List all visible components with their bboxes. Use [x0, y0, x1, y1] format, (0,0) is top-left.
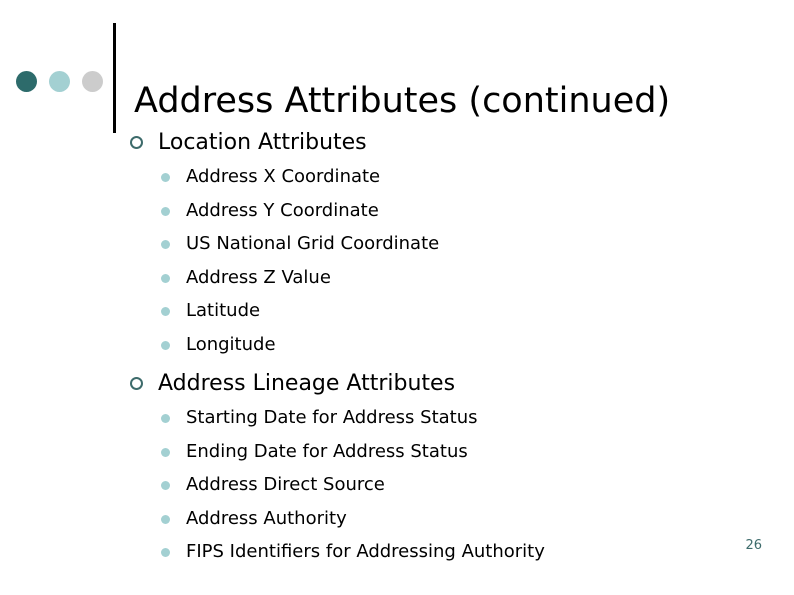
list-item-label: Address Z Value: [186, 266, 331, 288]
list-item: FIPS Identifiers for Addressing Authorit…: [0, 539, 794, 573]
dot-bullet-icon: [161, 173, 170, 182]
dot-bullet-icon: [161, 240, 170, 249]
list-item: Latitude: [0, 298, 794, 332]
decorative-dot-3-icon: [82, 71, 103, 92]
slide-body: Location Attributes Address X Coordinate…: [0, 128, 794, 573]
list-item: US National Grid Coordinate: [0, 231, 794, 265]
title-vertical-rule: [113, 23, 116, 133]
list-item-label: FIPS Identifiers for Addressing Authorit…: [186, 541, 545, 562]
page-number: 26: [745, 538, 762, 553]
dot-bullet-icon: [161, 414, 170, 423]
slide: Address Attributes (continued) Location …: [0, 0, 794, 595]
section-heading-row: Address Lineage Attributes: [0, 369, 794, 405]
decorative-dot-1-icon: [16, 71, 37, 92]
list-item: Address Z Value: [0, 265, 794, 299]
list-item: Ending Date for Address Status: [0, 439, 794, 473]
section-location-attributes: Location Attributes Address X Coordinate…: [0, 128, 794, 365]
list-item: Address Authority: [0, 506, 794, 540]
decorative-dots: [16, 71, 106, 93]
dot-bullet-icon: [161, 307, 170, 316]
dot-bullet-icon: [161, 340, 170, 350]
list-item-label: Longitude: [186, 333, 276, 355]
dot-bullet-icon: [161, 447, 170, 457]
dot-bullet-icon: [161, 548, 170, 557]
dot-bullet-icon: [161, 514, 170, 524]
list-item: Longitude: [0, 332, 794, 366]
list-item-label: Latitude: [186, 300, 261, 321]
dot-bullet-icon: [161, 273, 170, 283]
list-item: Address X Coordinate: [0, 164, 794, 198]
list-item: Starting Date for Address Status: [0, 405, 794, 439]
dot-bullet-icon: [161, 481, 170, 490]
ring-bullet-icon: [130, 377, 143, 390]
list-item-label: US National Grid Coordinate: [186, 233, 440, 254]
list-item: Address Direct Source: [0, 472, 794, 506]
list-item: Address Y Coordinate: [0, 198, 794, 232]
list-item-label: Address Authority: [186, 507, 347, 529]
list-item-label: Ending Date for Address Status: [186, 440, 468, 462]
section-heading-label: Address Lineage Attributes: [158, 371, 456, 396]
list-item-label: Address X Coordinate: [186, 166, 381, 187]
dot-bullet-icon: [161, 206, 170, 216]
list-item-label: Address Direct Source: [186, 474, 385, 495]
list-item-label: Starting Date for Address Status: [186, 407, 478, 428]
section-address-lineage-attributes: Address Lineage Attributes Starting Date…: [0, 369, 794, 573]
slide-title: Address Attributes (continued): [134, 81, 671, 122]
list-item-label: Address Y Coordinate: [186, 199, 379, 221]
section-heading-label: Location Attributes: [158, 130, 367, 155]
section-heading-row: Location Attributes: [0, 128, 794, 164]
ring-bullet-icon: [130, 136, 143, 149]
decorative-dot-2-icon: [49, 71, 70, 92]
